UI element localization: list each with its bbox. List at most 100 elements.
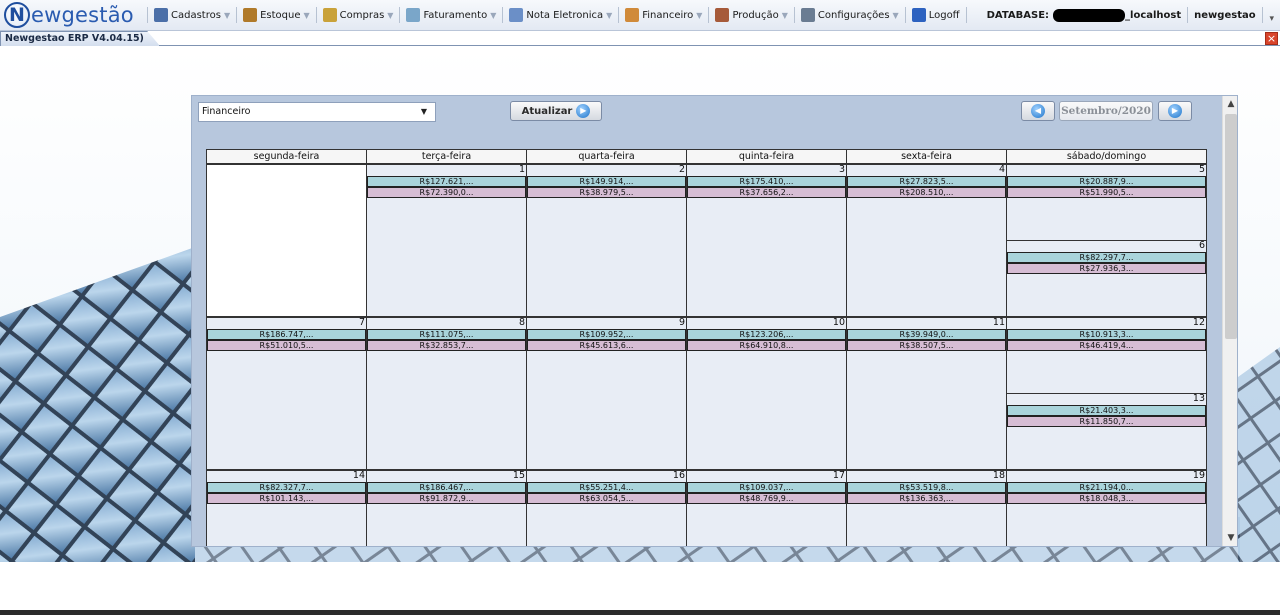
module-combo[interactable]: Financeiro ▼ <box>198 102 436 122</box>
menu-item-1[interactable]: Cadastros ▼ <box>150 5 234 25</box>
close-tab-button[interactable]: × <box>1265 32 1278 45</box>
calendar-day-cell[interactable]: 14 R$82.327,7... R$101.143,... <box>206 470 367 546</box>
day-number: 12 <box>1192 317 1205 328</box>
chevron-down-icon[interactable]: ▼ <box>490 11 496 20</box>
calendar-day-cell[interactable]: 11 R$39.949,0... R$38.507,5... <box>846 317 1007 470</box>
expense-total-bar[interactable]: R$101.143,... <box>207 493 366 504</box>
menu-item-5[interactable]: Nota Eletronica ▼ <box>505 5 616 25</box>
next-month-button[interactable]: ▶ <box>1158 101 1192 121</box>
expense-total-bar[interactable]: R$18.048,3... <box>1007 493 1206 504</box>
day-number: 10 <box>832 317 845 328</box>
expense-total-bar[interactable]: R$63.054,5... <box>527 493 686 504</box>
chevron-down-icon[interactable]: ▼ <box>224 11 230 20</box>
expense-total-bar[interactable]: R$51.990,5... <box>1007 187 1206 198</box>
expense-total-bar[interactable]: R$11.850,7... <box>1007 416 1206 427</box>
income-total-bar[interactable]: R$10.913,3... <box>1007 329 1206 340</box>
calendar-day-cell[interactable]: 3 R$175.410,... R$37.656,2... <box>686 164 847 317</box>
tab-erp[interactable]: Newgestao ERP V4.04.15) <box>0 31 160 46</box>
menu-separator <box>708 7 710 23</box>
calendar-day-cell[interactable]: 18 R$53.519,8... R$136.363,... <box>846 470 1007 546</box>
expense-total-bar[interactable]: R$45.613,6... <box>527 340 686 351</box>
chevron-down-icon[interactable]: ▼ <box>421 103 427 121</box>
menu-item-4[interactable]: Faturamento ▼ <box>402 5 500 25</box>
chevron-down-icon[interactable]: ▼ <box>893 11 899 20</box>
weekday-header: quarta-feira <box>526 149 687 164</box>
income-total-bar[interactable]: R$82.327,7... <box>207 482 366 493</box>
calendar-day-cell[interactable]: 6 R$82.297,7... R$27.936,3... <box>1006 240 1207 317</box>
income-total-bar[interactable]: R$20.887,9... <box>1007 176 1206 187</box>
calendar-day-cell[interactable]: 19 R$21.194,0... R$18.048,3... <box>1006 470 1207 546</box>
income-total-bar[interactable]: R$186.747,... <box>207 329 366 340</box>
scroll-down-icon[interactable]: ▼ <box>1223 530 1237 546</box>
income-total-bar[interactable]: R$175.410,... <box>687 176 846 187</box>
income-total-bar[interactable]: R$186.467,... <box>367 482 526 493</box>
app-logo: N ewgestão <box>0 0 145 31</box>
chevron-down-icon[interactable]: ▼ <box>387 11 393 20</box>
expense-total-bar[interactable]: R$32.853,7... <box>367 340 526 351</box>
calendar-day-cell[interactable]: 16 R$55.251,4... R$63.054,5... <box>526 470 687 546</box>
income-total-bar[interactable]: R$127.621,... <box>367 176 526 187</box>
calendar-day-cell[interactable]: 2 R$149.914,... R$38.979,5... <box>526 164 687 317</box>
expense-total-bar[interactable]: R$27.936,3... <box>1007 263 1206 274</box>
expense-total-bar[interactable]: R$208.510,... <box>847 187 1006 198</box>
scroll-up-icon[interactable]: ▲ <box>1223 96 1237 112</box>
income-total-bar[interactable]: R$109.037,... <box>687 482 846 493</box>
day-number: 14 <box>352 470 365 481</box>
income-total-bar[interactable]: R$39.949,0... <box>847 329 1006 340</box>
day-number: 13 <box>1192 393 1205 404</box>
calendar-day-cell[interactable]: 7 R$186.747,... R$51.010,5... <box>206 317 367 470</box>
menu-separator <box>502 7 504 23</box>
calendar-day-cell[interactable]: 17 R$109.037,... R$48.769,9... <box>686 470 847 546</box>
menu-separator <box>1261 7 1263 23</box>
logoff-button[interactable]: Logoff <box>908 5 964 25</box>
expense-total-bar[interactable]: R$64.910,8... <box>687 340 846 351</box>
expense-total-bar[interactable]: R$91.872,9... <box>367 493 526 504</box>
menu-item-8[interactable]: Configurações ▼ <box>797 5 903 25</box>
chevron-down-icon[interactable]: ▼ <box>696 11 702 20</box>
calendar-day-cell[interactable]: 8 R$111.075,... R$32.853,7... <box>366 317 527 470</box>
calendar-day-cell[interactable]: 15 R$186.467,... R$91.872,9... <box>366 470 527 546</box>
expense-total-bar[interactable]: R$38.979,5... <box>527 187 686 198</box>
expense-total-bar[interactable]: R$136.363,... <box>847 493 1006 504</box>
calendar-day-cell[interactable]: 9 R$109.952,... R$45.613,6... <box>526 317 687 470</box>
refresh-button[interactable]: Atualizar ▶ <box>510 101 602 121</box>
previous-month-button[interactable]: ◀ <box>1021 101 1055 121</box>
expense-total-bar[interactable]: R$38.507,5... <box>847 340 1006 351</box>
menu-separator <box>399 7 401 23</box>
calendar-day-cell[interactable]: 5 R$20.887,9... R$51.990,5... <box>1006 164 1207 241</box>
chevron-down-icon[interactable]: ▼ <box>782 11 788 20</box>
income-total-bar[interactable]: R$21.403,3... <box>1007 405 1206 416</box>
income-total-bar[interactable]: R$53.519,8... <box>847 482 1006 493</box>
vertical-scrollbar[interactable]: ▲ ▼ <box>1222 96 1237 546</box>
income-total-bar[interactable]: R$111.075,... <box>367 329 526 340</box>
expense-total-bar[interactable]: R$51.010,5... <box>207 340 366 351</box>
income-total-bar[interactable]: R$149.914,... <box>527 176 686 187</box>
calendar-day-cell[interactable]: 1 R$127.621,... R$72.390,0... <box>366 164 527 317</box>
chevron-down-icon[interactable]: ▼ <box>304 11 310 20</box>
day-number: 2 <box>678 164 685 175</box>
scrollbar-thumb[interactable] <box>1225 114 1237 339</box>
expense-total-bar[interactable]: R$72.390,0... <box>367 187 526 198</box>
menu-item-7[interactable]: Produção ▼ <box>711 5 791 25</box>
calendar-day-cell[interactable]: 10 R$123.206,... R$64.910,8... <box>686 317 847 470</box>
chevron-down-icon[interactable]: ▼ <box>606 11 612 20</box>
menu-item-3[interactable]: Compras ▼ <box>319 5 398 25</box>
menu-item-2[interactable]: Estoque ▼ <box>239 5 314 25</box>
calendar-day-cell[interactable]: 12 R$10.913,3... R$46.419,4... <box>1006 317 1207 394</box>
menu-overflow-icon[interactable]: ▾ <box>1269 14 1274 24</box>
income-total-bar[interactable]: R$123.206,... <box>687 329 846 340</box>
logoff-label: Logoff <box>928 9 960 21</box>
expense-total-bar[interactable]: R$37.656,2... <box>687 187 846 198</box>
income-total-bar[interactable]: R$109.952,... <box>527 329 686 340</box>
income-total-bar[interactable]: R$55.251,4... <box>527 482 686 493</box>
income-total-bar[interactable]: R$21.194,0... <box>1007 482 1206 493</box>
calendar-day-cell[interactable]: 4 R$27.823,5... R$208.510,... <box>846 164 1007 317</box>
income-total-bar[interactable]: R$27.823,5... <box>847 176 1006 187</box>
income-total-bar[interactable]: R$82.297,7... <box>1007 252 1206 263</box>
expense-total-bar[interactable]: R$46.419,4... <box>1007 340 1206 351</box>
expense-total-bar[interactable]: R$48.769,9... <box>687 493 846 504</box>
calendar-day-cell[interactable]: 13 R$21.403,3... R$11.850,7... <box>1006 393 1207 470</box>
day-number: 5 <box>1198 164 1205 175</box>
day-number: 18 <box>992 470 1005 481</box>
menu-item-6[interactable]: Financeiro ▼ <box>621 5 706 25</box>
